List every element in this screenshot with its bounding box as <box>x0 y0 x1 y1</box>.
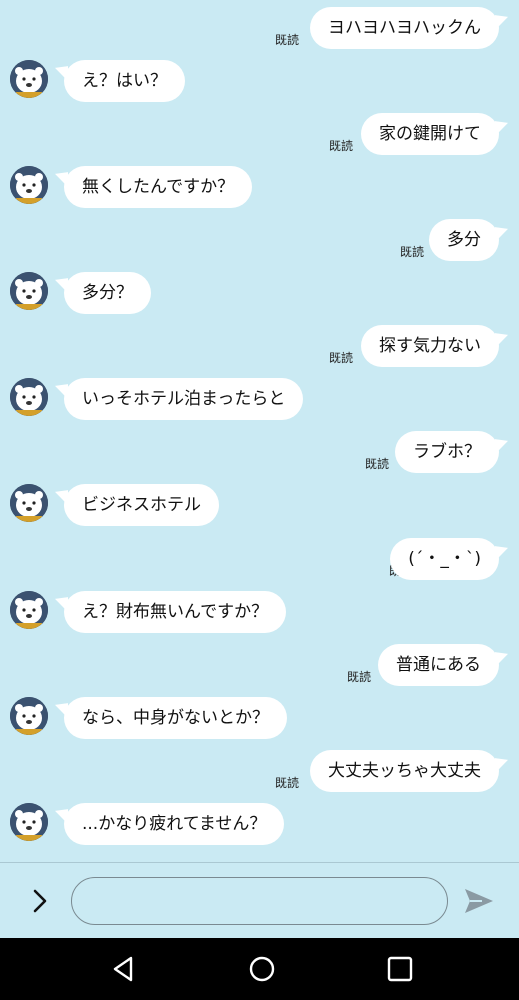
read-receipt: 既読 <box>328 351 353 365</box>
message-incoming: 無くしたんですか？ <box>0 166 519 210</box>
message-outgoing: 既読 ヨハヨハヨハックん <box>0 7 519 51</box>
message-incoming: ...かなり疲れてません？ <box>0 803 519 847</box>
message-bubble[interactable]: 家の鍵開けて <box>361 113 499 155</box>
message-incoming: え？はい？ <box>0 60 519 104</box>
message-input[interactable] <box>71 877 448 925</box>
avatar[interactable] <box>10 484 48 522</box>
nav-recents-icon[interactable] <box>385 954 415 984</box>
avatar[interactable] <box>10 697 48 735</box>
chat-log[interactable]: 既読 ヨハヨハヨハックん え？はい？ 既読 家の鍵開けて 無くしたんですか？ 既… <box>0 0 519 862</box>
avatar[interactable] <box>10 591 48 629</box>
read-receipt: 既読 <box>274 33 299 47</box>
message-bubble[interactable]: ...かなり疲れてません？ <box>64 803 285 845</box>
message-incoming: なら、中身がないとか？ <box>0 697 519 741</box>
read-receipt: 既読 <box>364 457 389 471</box>
message-bubble[interactable]: ヨハヨハヨハックん <box>310 7 499 49</box>
nav-back-icon[interactable] <box>109 954 139 984</box>
message-outgoing: 既読 大丈夫ッちゃ大丈夫 <box>0 750 519 794</box>
nav-home-icon[interactable] <box>247 954 277 984</box>
avatar[interactable] <box>10 166 48 204</box>
read-receipt: 既読 <box>328 139 353 153</box>
avatar[interactable] <box>10 803 48 841</box>
message-outgoing: 既読 (´・_・`) <box>0 538 519 582</box>
message-outgoing: 既読 家の鍵開けて <box>0 113 519 157</box>
message-bubble[interactable]: (´・_・`) <box>390 538 499 580</box>
message-bubble[interactable]: ラブホ？ <box>395 431 499 473</box>
message-bubble[interactable]: 無くしたんですか？ <box>64 166 253 208</box>
message-bubble[interactable]: 大丈夫ッちゃ大丈夫 <box>310 750 499 792</box>
chevron-right-icon[interactable] <box>26 887 54 915</box>
avatar[interactable] <box>10 272 48 310</box>
message-input-bar <box>0 862 519 939</box>
message-bubble[interactable]: いっそホテル泊まったらと <box>64 378 304 420</box>
message-bubble[interactable]: 多分 <box>429 219 499 261</box>
message-bubble[interactable]: え？財布無いんですか？ <box>64 591 287 633</box>
read-receipt: 既読 <box>346 670 371 684</box>
avatar[interactable] <box>10 378 48 416</box>
message-outgoing: 既読 普通にある <box>0 644 519 688</box>
message-outgoing: 既読 探す気力ない <box>0 325 519 369</box>
avatar[interactable] <box>10 60 48 98</box>
message-bubble[interactable]: ビジネスホテル <box>64 484 219 526</box>
message-incoming: 多分？ <box>0 272 519 316</box>
system-nav-bar <box>0 938 519 1000</box>
message-incoming: ビジネスホテル <box>0 484 519 528</box>
message-incoming: え？財布無いんですか？ <box>0 591 519 635</box>
read-receipt: 既読 <box>274 776 299 790</box>
message-incoming: いっそホテル泊まったらと <box>0 378 519 422</box>
read-receipt: 既読 <box>399 245 424 259</box>
message-outgoing: 既読 ラブホ？ <box>0 431 519 475</box>
message-bubble[interactable]: え？はい？ <box>64 60 185 102</box>
send-icon[interactable] <box>462 885 496 917</box>
message-bubble[interactable]: 探す気力ない <box>361 325 499 367</box>
message-bubble[interactable]: なら、中身がないとか？ <box>64 697 287 739</box>
message-bubble[interactable]: 普通にある <box>378 644 499 686</box>
message-outgoing: 既読 多分 <box>0 219 519 263</box>
message-bubble[interactable]: 多分？ <box>64 272 151 314</box>
